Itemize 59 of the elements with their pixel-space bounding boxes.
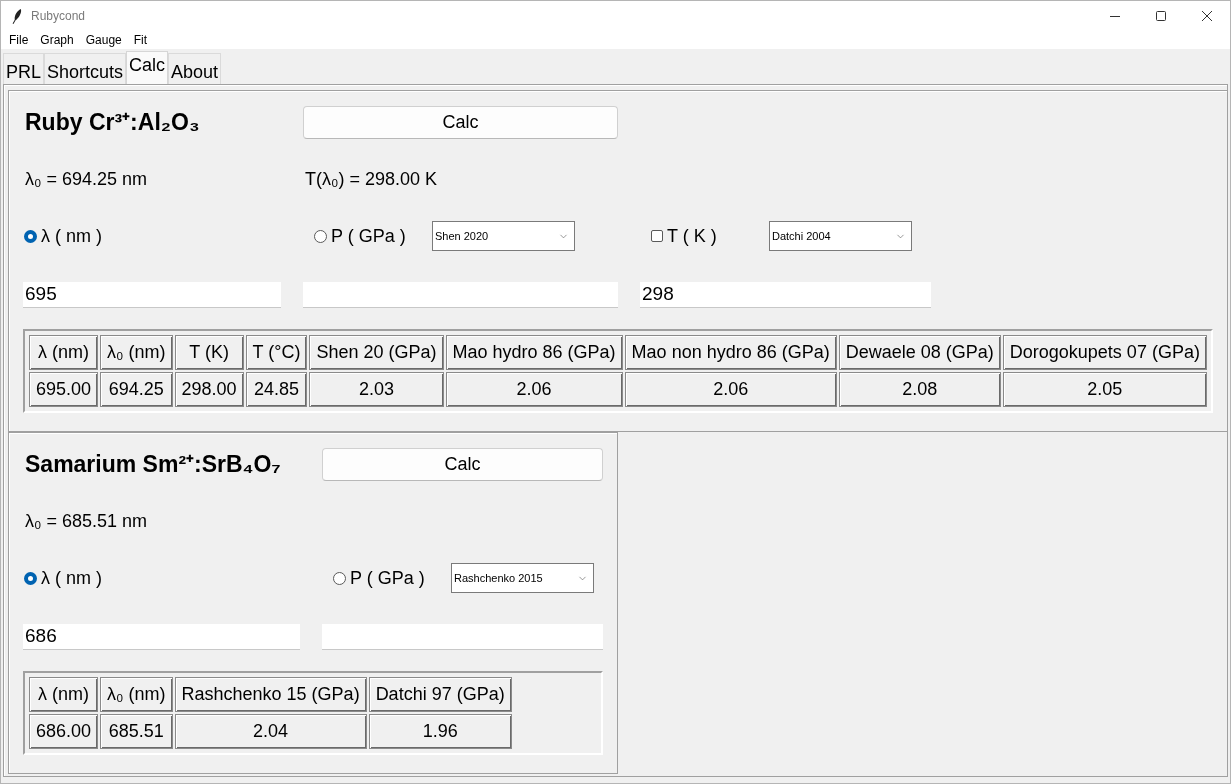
table-header-cell: λ (nm) [29, 335, 99, 370]
table-cell: 695.00 [29, 372, 99, 407]
table-header-cell: Datchi 97 (GPa) [368, 677, 512, 712]
input-field[interactable] [322, 624, 603, 650]
tab[interactable]: PRL [3, 53, 44, 84]
minimize-icon [1110, 15, 1120, 17]
table-header-cell: T (K) [174, 335, 244, 370]
table-cell: 1.96 [368, 714, 512, 749]
radio-option[interactable]: P ( GPa ) [333, 564, 425, 592]
menu-item[interactable]: Fit [127, 31, 154, 49]
tab[interactable]: About [168, 53, 222, 84]
table-cell: 2.06 [624, 372, 837, 407]
input-field[interactable] [303, 282, 618, 308]
table-cell: 686.00 [29, 714, 99, 749]
table-cell: 2.04 [174, 714, 367, 749]
table-cell: 694.25 [100, 372, 173, 407]
table-cell: 2.08 [838, 372, 1001, 407]
menu-item[interactable]: Gauge [79, 31, 128, 49]
table-header-cell: T (°C) [245, 335, 308, 370]
table-header-cell: λ₀ (nm) [100, 677, 173, 712]
maximize-icon [1156, 11, 1166, 21]
readout-text: λ₀ = 685.51 nm [24, 510, 149, 533]
radio-option[interactable]: λ ( nm ) [24, 222, 102, 250]
radio-option[interactable]: P ( GPa ) [314, 222, 406, 250]
tab[interactable]: Calc [126, 51, 169, 84]
table-cell: 685.51 [100, 714, 173, 749]
table-cell: 2.05 [1002, 372, 1207, 407]
input-field[interactable]: 686 [23, 624, 300, 650]
calc-button[interactable]: Calc [322, 447, 603, 481]
table-header-cell: Mao non hydro 86 (GPa) [624, 335, 837, 370]
menu-item[interactable]: Graph [34, 31, 80, 49]
table-header-cell: Dewaele 08 (GPa) [838, 335, 1001, 370]
readout-text: T(λ₀) = 298.00 K [304, 168, 439, 191]
readout-text: λ₀ = 694.25 nm [24, 168, 149, 191]
table-header-cell: λ₀ (nm) [100, 335, 173, 370]
calc-button[interactable]: Calc [303, 105, 618, 139]
table-header-cell: λ (nm) [29, 677, 99, 712]
menu-item[interactable]: File [3, 31, 35, 49]
table-header-cell: Mao hydro 86 (GPa) [445, 335, 623, 370]
checkbox-option[interactable]: T ( K ) [651, 222, 717, 250]
table-header-cell: Dorogokupets 07 (GPa) [1002, 335, 1207, 370]
dropdown[interactable]: Shen 2020 [432, 221, 575, 251]
dropdown[interactable]: Rashchenko 2015 [451, 563, 594, 593]
tab[interactable]: Shortcuts [44, 53, 127, 84]
section-title: Samarium Sm²⁺:SrB₄O₇ [24, 450, 282, 479]
feather-icon [12, 8, 22, 24]
radio-option[interactable]: λ ( nm ) [24, 564, 102, 592]
table-header-cell: Rashchenko 15 (GPa) [174, 677, 367, 712]
window-title: Rubycond [31, 8, 86, 25]
table-header-cell: Shen 20 (GPa) [309, 335, 444, 370]
table-cell: 24.85 [245, 372, 308, 407]
table-cell: 2.03 [309, 372, 444, 407]
dropdown[interactable]: Datchi 2004 [769, 221, 912, 251]
input-field[interactable]: 298 [640, 282, 931, 308]
table-cell: 2.06 [445, 372, 623, 407]
table-cell: 298.00 [174, 372, 244, 407]
close-icon [1202, 11, 1212, 21]
input-field[interactable]: 695 [23, 282, 281, 308]
section-title: Ruby Cr³⁺:Al₂O₃ [24, 108, 201, 137]
